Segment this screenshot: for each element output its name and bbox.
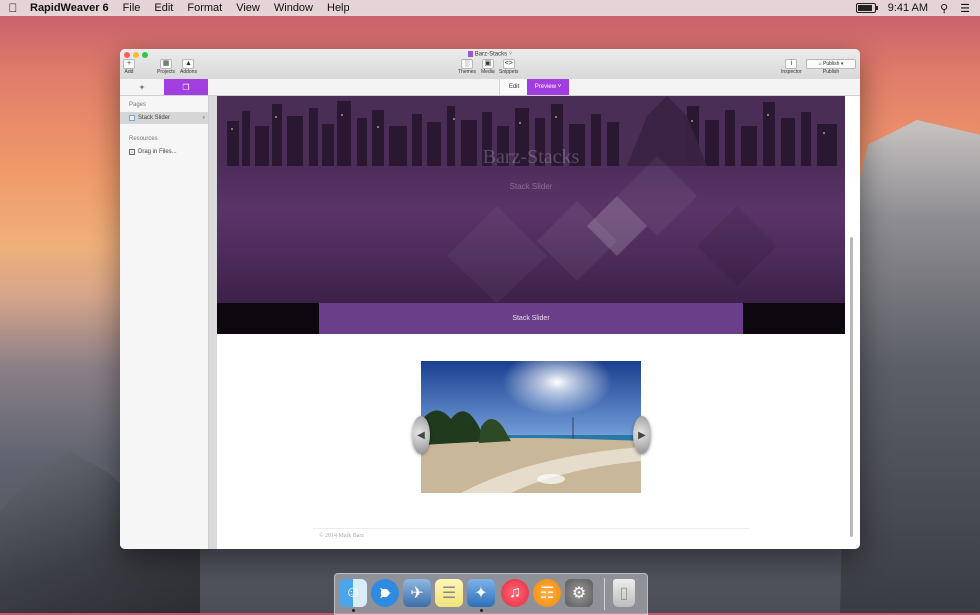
publish-control[interactable]: ⌂ Publish ▾ Publish xyxy=(806,59,856,75)
window-titlebar: Barz-Stacks ˅ + Add ▦ Projects ▲ Addons … xyxy=(120,49,860,80)
photo-icon[interactable]: ✈ xyxy=(403,579,431,607)
nav-item-stack-slider[interactable]: Stack Slider xyxy=(319,303,743,334)
snippets-icon: <> xyxy=(502,59,515,69)
system-preferences-icon[interactable]: ⚙ xyxy=(565,579,593,607)
projects-button[interactable]: ▦ Projects xyxy=(157,59,175,75)
notes-icon[interactable]: ☰ xyxy=(435,579,463,607)
menu-edit[interactable]: Edit xyxy=(147,2,180,14)
chevron-down-icon: ˅ xyxy=(557,84,562,90)
pages-icon: ❐ xyxy=(182,82,190,92)
addons-icon: ▲ xyxy=(182,59,195,69)
itunes-icon[interactable]: ♫ xyxy=(501,579,529,607)
beach-photo xyxy=(421,361,641,493)
addons-button[interactable]: ▲ Addons xyxy=(180,59,197,75)
pages-heading: Pages xyxy=(129,102,147,108)
publish-button[interactable]: ⌂ Publish ▾ xyxy=(806,59,856,69)
menu-view[interactable]: View xyxy=(229,2,267,14)
inspector-button[interactable]: i Inspector xyxy=(781,59,802,75)
slider-prev-button[interactable]: ◀ xyxy=(412,416,430,454)
mode-bar: ✦ ❐ Edit Preview ˅ xyxy=(120,79,860,96)
menu-file[interactable]: File xyxy=(116,2,148,14)
dock-separator xyxy=(604,578,605,610)
preview-mode-button[interactable]: Preview ˅ xyxy=(527,79,569,95)
app-menu[interactable]: RapidWeaver 6 xyxy=(26,2,116,14)
hero-banner: Barz-Stacks Stack Slider xyxy=(217,96,845,303)
geometric-overlay xyxy=(447,156,777,303)
menu-window[interactable]: Window xyxy=(267,2,320,14)
tools-tab[interactable]: ✦ xyxy=(120,79,164,95)
site-navbar: Stack Slider xyxy=(217,303,845,334)
menu-bar:  RapidWeaver 6 File Edit Format View Wi… xyxy=(0,0,980,16)
footer-copyright: © 2014 Maik Barz xyxy=(319,533,365,539)
download-icon: ↓ xyxy=(129,149,135,155)
desktop-wallpaper-cliff xyxy=(840,120,980,613)
resources-drop-target[interactable]: ↓ Drag in Files... xyxy=(120,146,208,158)
trash-icon[interactable]: ▯ xyxy=(613,579,635,607)
running-indicator xyxy=(480,609,483,612)
apple-icon[interactable]:  xyxy=(0,1,26,15)
clock[interactable]: 9:41 AM xyxy=(888,2,928,14)
sidebar-item-stack-slider[interactable]: Stack Slider ▾ xyxy=(120,112,208,124)
spotlight-search-icon[interactable]: ⚲ xyxy=(940,2,948,15)
themes-icon: ░ xyxy=(461,59,474,69)
chevron-down-icon[interactable]: ▾ xyxy=(202,115,205,121)
sidebar: Pages Stack Slider ▾ Resources ↓ Drag in… xyxy=(120,96,209,549)
site-title: Barz-Stacks xyxy=(482,146,580,168)
plus-icon: + xyxy=(123,59,135,69)
media-icon: ▣ xyxy=(481,59,494,69)
finder-icon[interactable]: ☺ xyxy=(339,579,367,607)
media-button[interactable]: ▣ Media xyxy=(481,59,495,75)
arrow-right-icon: ▶ xyxy=(638,429,646,441)
site-subtitle: Stack Slider xyxy=(509,182,553,191)
preview-scrollbar[interactable] xyxy=(850,237,853,537)
sidebar-item-label: Stack Slider xyxy=(138,115,171,121)
preview-pane: Barz-Stacks Stack Slider Stack Slider ◀ … xyxy=(217,96,845,549)
xcode-icon[interactable]: ✦ xyxy=(467,579,495,607)
ibooks-icon[interactable]: ☶ xyxy=(533,579,561,607)
battery-icon[interactable] xyxy=(855,3,878,13)
projects-icon: ▦ xyxy=(160,59,173,69)
sidebar-divider[interactable] xyxy=(209,96,217,549)
edit-mode-button[interactable]: Edit xyxy=(499,79,529,95)
footer-divider xyxy=(313,528,749,529)
safari-icon[interactable]: ➤ xyxy=(371,579,399,607)
image-slider xyxy=(421,361,641,493)
info-icon: i xyxy=(785,59,798,69)
wrench-icon: ✦ xyxy=(138,82,146,92)
dock: ☺ ➤ ✈ ☰ ✦ ♫ ☶ ⚙ ▯ xyxy=(334,573,648,615)
rapidweaver-window: Barz-Stacks ˅ + Add ▦ Projects ▲ Addons … xyxy=(120,49,860,549)
slider-next-button[interactable]: ▶ xyxy=(633,416,651,454)
menu-help[interactable]: Help xyxy=(320,2,357,14)
window-title: Barz-Stacks ˅ xyxy=(120,51,860,58)
add-button[interactable]: + Add xyxy=(123,59,135,75)
arrow-left-icon: ◀ xyxy=(417,429,425,441)
pages-tab[interactable]: ❐ xyxy=(164,79,208,95)
themes-button[interactable]: ░ Themes xyxy=(458,59,476,75)
notification-center-icon[interactable]: ☰ xyxy=(960,2,970,15)
running-indicator xyxy=(352,609,355,612)
document-icon xyxy=(467,51,473,57)
snippets-button[interactable]: <> Snippets xyxy=(499,59,518,75)
menu-format[interactable]: Format xyxy=(180,2,229,14)
resources-heading: Resources xyxy=(129,136,158,142)
page-icon xyxy=(129,115,135,121)
